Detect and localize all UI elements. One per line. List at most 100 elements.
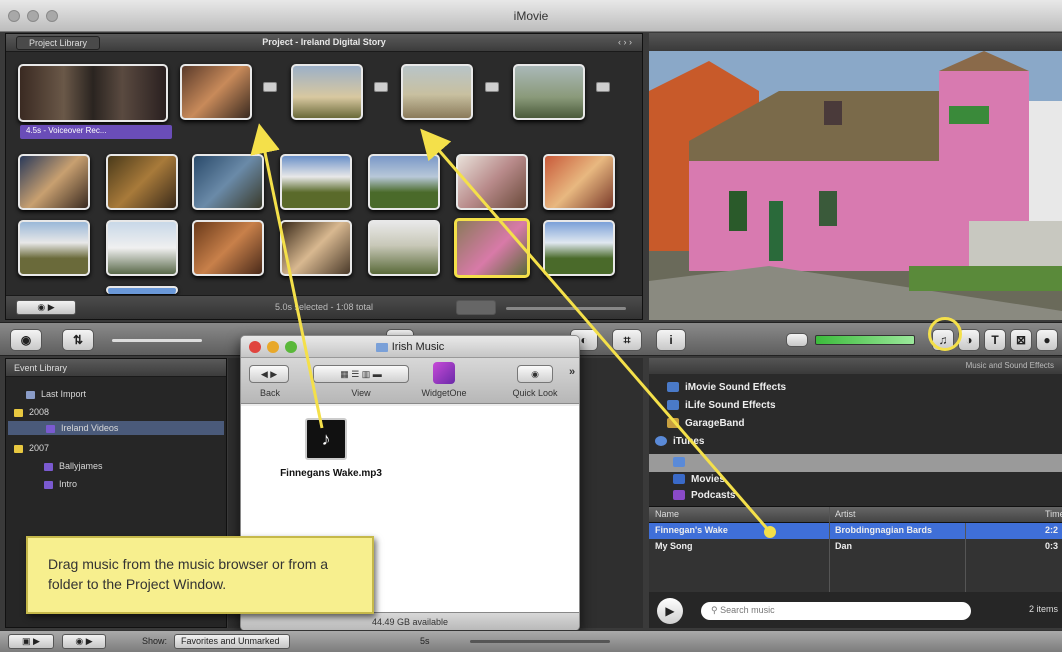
music-search-field[interactable]: ⚲ Search music [701,602,971,620]
show-filter-select[interactable]: Favorites and Unmarked [174,634,290,649]
search-placeholder: Search music [720,605,775,615]
instruction-callout: Drag music from the music browser or fro… [26,536,374,614]
viewer-image [649,51,1062,320]
project-clip[interactable] [18,64,168,122]
transition-icon[interactable] [596,82,610,92]
toolbar-overflow-icon[interactable]: » [569,366,575,378]
project-clip[interactable] [543,154,615,210]
project-clip[interactable] [513,64,585,120]
music-track-list: Name Artist Time Finnegan's Wake Brobdin… [649,506,1062,593]
event-item-selected[interactable]: Ireland Videos [8,421,224,435]
transition-icon[interactable] [485,82,499,92]
quick-look-button[interactable]: ◉ [517,365,553,383]
crop-button[interactable]: ⌗ [612,329,642,351]
music-source-item[interactable]: iTunes [655,434,704,450]
project-clip[interactable] [192,154,264,210]
music-source-item[interactable]: Movies [673,472,725,488]
project-clip[interactable] [192,220,264,276]
back-label: Back [259,388,280,398]
title-browser-button[interactable]: T [984,329,1006,351]
music-source-item[interactable]: iMovie Sound Effects [667,380,786,396]
project-clip[interactable] [280,154,352,210]
event-year-item[interactable]: 2007 [14,441,49,455]
project-clip[interactable] [180,64,252,120]
play-button[interactable]: ▶ [657,598,683,624]
event-zoom-slider[interactable] [470,640,610,643]
event-icon [46,424,55,433]
voiceover-button[interactable] [786,333,808,347]
project-clip[interactable] [543,220,615,276]
camera-import-button[interactable]: ◉ [10,329,42,351]
music-header: Music and Sound Effects [649,358,1062,374]
folder-icon [14,408,23,417]
inspector-button[interactable]: i [656,329,686,351]
maps-browser-button[interactable]: ● [1036,329,1058,351]
music-source-item[interactable]: Podcasts [673,488,735,500]
project-footer: ◉ ▶ 5.0s selected - 1:08 total [6,295,642,319]
project-clip[interactable] [368,220,440,276]
project-clip[interactable] [280,220,352,276]
column-name[interactable]: Name [655,509,679,519]
guitar-icon [667,418,679,429]
project-clip[interactable] [368,154,440,210]
project-clip[interactable] [106,154,178,210]
project-header: Project Library Project - Ireland Digita… [6,34,642,52]
column-time[interactable]: Time [1045,509,1062,519]
play-event-button[interactable]: ◉ ▶ [62,634,106,649]
play-full-screen-button[interactable]: ▣ ▶ [8,634,54,649]
project-nav-arrows[interactable]: ‹ › › [618,37,632,47]
project-clip[interactable] [106,220,178,276]
project-clip[interactable] [291,64,363,120]
transition-icon[interactable] [374,82,388,92]
view-buttons[interactable]: ▦ ☰ ▥ ▬ [313,365,409,383]
music-button-highlight [928,317,962,351]
zoom-fit-button[interactable] [456,300,496,315]
audio-level-meter [815,335,915,345]
project-clip[interactable] [401,64,473,120]
podcast-icon [673,490,685,500]
project-pane: Project Library Project - Ireland Digita… [5,33,643,320]
transition-browser-button[interactable]: ⊠ [1010,329,1032,351]
widget-icon[interactable] [433,362,455,384]
event-item[interactable]: Ballyjames [44,459,103,473]
minimize-icon[interactable] [267,341,279,353]
close-icon[interactable] [249,341,261,353]
audio-file-icon[interactable]: ♪ [305,418,347,460]
project-clip[interactable] [18,220,90,276]
title-bar: iMovie [0,0,1062,32]
column-artist[interactable]: Artist [835,509,856,519]
zoom-icon[interactable] [285,341,297,353]
event-year-item[interactable]: 2008 [14,405,49,419]
thumbnail-size-slider[interactable] [506,307,626,310]
finder-title: Irish Music [391,341,445,353]
column-divider [829,507,830,593]
event-item[interactable]: Last Import [26,387,86,401]
show-label: Show: [142,636,168,646]
track-row[interactable]: My Song Dan 0:3 [649,539,1062,555]
view-label: View [351,388,371,398]
viewer-header [649,33,1062,51]
file-name[interactable]: Finnegans Wake.mp3 [261,468,401,479]
music-browser: Music and Sound Effects iMovie Sound Eff… [649,358,1062,628]
swap-events-button[interactable]: ⇅ [62,329,94,351]
folder-icon [375,342,388,352]
project-clip[interactable] [106,286,178,294]
zoom-slider[interactable] [112,339,202,342]
event-item[interactable]: Intro [44,477,77,491]
back-forward-buttons[interactable]: ◀ ▶ [249,365,289,383]
imovie-window: iMovie Project Library Project - Ireland… [0,0,1062,652]
music-note-icon [673,457,685,468]
music-source-item[interactable]: GarageBand [667,416,744,432]
transition-icon[interactable] [263,82,277,92]
project-clip[interactable] [456,154,528,210]
music-source-item[interactable] [673,455,691,471]
project-clip[interactable] [18,154,90,210]
selected-source-highlight [649,454,1062,472]
music-source-item[interactable]: iLife Sound Effects [667,398,776,414]
selected-project-clip[interactable] [454,218,530,278]
finder-toolbar: ◀ ▶ Back ▦ ☰ ▥ ▬ View WidgetOne ◉ Quick … [241,358,579,404]
import-icon [26,390,35,399]
quick-look-label: Quick Look [512,388,558,398]
track-row-selected[interactable]: Finnegan's Wake Brobdingnagian Bards 2:2 [649,523,1062,539]
project-title: Project - Ireland Digital Story [262,37,386,47]
